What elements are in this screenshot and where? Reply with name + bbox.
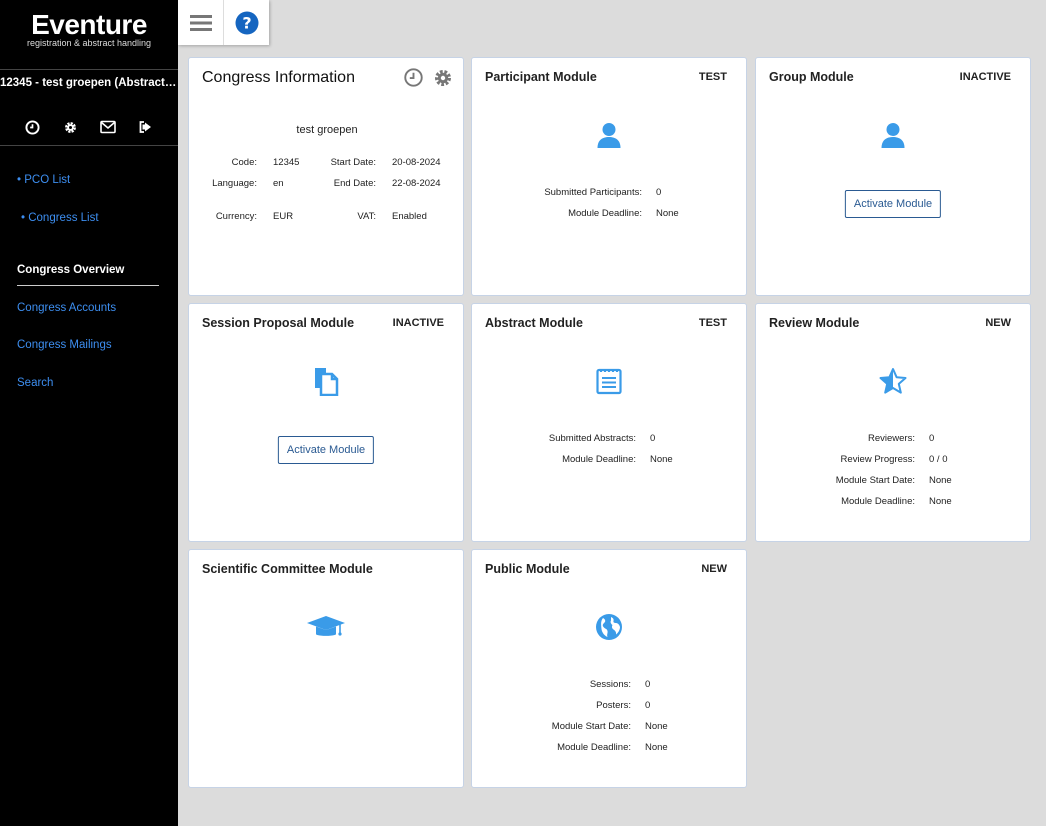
currency-value: EUR bbox=[273, 211, 294, 222]
stat-value: None bbox=[650, 454, 673, 465]
stat-value: 0 bbox=[929, 433, 935, 444]
abstract-stats: Submitted Abstracts: 0 Module Deadline: No… bbox=[472, 433, 748, 475]
card-title: Session Proposal Module bbox=[202, 316, 355, 330]
card-title: Participant Module bbox=[485, 70, 597, 84]
card-title: Public Module bbox=[485, 562, 570, 576]
stat-value: 0 bbox=[650, 433, 656, 444]
stat-label: Module Deadline: bbox=[841, 496, 915, 507]
help-button[interactable]: ? bbox=[224, 0, 269, 45]
help-icon: ? bbox=[235, 11, 258, 34]
review-module-card[interactable]: Review Module NEW Reviewers: 0 Review Pro… bbox=[755, 303, 1031, 542]
clock-icon[interactable] bbox=[24, 119, 40, 135]
status-badge: INACTIVE bbox=[959, 71, 1011, 83]
history-icon[interactable] bbox=[404, 68, 423, 93]
graduation-cap-icon bbox=[307, 616, 345, 636]
status-badge: INACTIVE bbox=[392, 317, 444, 329]
end-date-label: End Date: bbox=[333, 178, 376, 189]
notebook-icon bbox=[596, 368, 622, 395]
menu-button[interactable] bbox=[178, 0, 223, 45]
active-underline bbox=[17, 285, 159, 286]
card-title: Abstract Module bbox=[485, 316, 583, 330]
logo-tagline: registration & abstract handling bbox=[26, 38, 152, 48]
stat-label: Module Deadline: bbox=[568, 208, 642, 219]
review-stats: Reviewers: 0 Review Progress: 0 / 0 Module… bbox=[756, 433, 1032, 517]
stat-value: 0 bbox=[645, 679, 651, 690]
settings-gear-icon[interactable] bbox=[433, 68, 453, 93]
congress-name[interactable]: 12345 - test groepen (Abstracts O... bbox=[0, 77, 178, 89]
stat-value: 0 / 0 bbox=[929, 454, 948, 465]
sidebar-link-congress-overview[interactable]: Congress Overview bbox=[17, 264, 124, 276]
card-title: Review Module bbox=[769, 316, 860, 330]
sidebar-link-search[interactable]: Search bbox=[17, 377, 53, 389]
congress-info-card: Congress Information test groepen Code: … bbox=[188, 57, 464, 296]
stat-label: Sessions: bbox=[589, 679, 631, 690]
code-value: 12345 bbox=[273, 157, 300, 168]
card-title: Congress Information bbox=[202, 69, 355, 86]
card-title: Scientific Committee Module bbox=[202, 562, 373, 576]
stat-value: None bbox=[645, 742, 668, 753]
stat-value: None bbox=[645, 721, 668, 732]
stat-value: None bbox=[929, 475, 952, 486]
stat-label: Module Start Date: bbox=[551, 721, 631, 732]
stat-label: Module Deadline: bbox=[562, 454, 636, 465]
stat-label: Module Start Date: bbox=[835, 475, 915, 486]
sidebar-link-congress-list[interactable]: • Congress List bbox=[21, 212, 99, 224]
status-badge: TEST bbox=[698, 317, 727, 329]
hamburger-icon bbox=[189, 14, 212, 31]
participant-stats: Submitted Participants: 0 Module Deadline… bbox=[472, 187, 748, 229]
logout-icon[interactable] bbox=[138, 119, 154, 135]
status-badge: NEW bbox=[701, 563, 727, 575]
language-value: en bbox=[273, 178, 284, 189]
stat-value: None bbox=[656, 208, 679, 219]
activate-module-button[interactable]: Activate Module bbox=[277, 436, 375, 464]
language-label: Language: bbox=[212, 178, 257, 189]
activate-module-button[interactable]: Activate Module bbox=[844, 190, 942, 218]
documents-icon bbox=[315, 368, 339, 396]
public-module-card[interactable]: Public Module NEW Sessions: 0 Posters: 0 M… bbox=[471, 549, 747, 788]
end-date-value: 22-08-2024 bbox=[392, 178, 441, 189]
scientific-committee-module-card[interactable]: Scientific Committee Module bbox=[188, 549, 464, 788]
sidebar: Eventure registration & abstract handlin… bbox=[0, 0, 178, 826]
card-title: Group Module bbox=[769, 70, 854, 84]
group-module-card[interactable]: Group Module INACTIVE Activate Module bbox=[755, 57, 1031, 296]
stat-value: 0 bbox=[656, 187, 662, 198]
top-bar: ? bbox=[178, 0, 269, 45]
start-date-value: 20-08-2024 bbox=[392, 157, 441, 168]
stat-label: Review Progress: bbox=[840, 454, 915, 465]
status-badge: TEST bbox=[698, 71, 727, 83]
status-badge: NEW bbox=[985, 317, 1011, 329]
vat-value: Enabled bbox=[392, 211, 427, 222]
logo[interactable]: Eventure registration & abstract handlin… bbox=[0, 9, 178, 49]
logo-name: Eventure bbox=[31, 9, 147, 40]
stat-label: Reviewers: bbox=[868, 433, 915, 444]
public-stats: Sessions: 0 Posters: 0 Module Start Date: N… bbox=[472, 679, 748, 763]
stat-value: None bbox=[929, 496, 952, 507]
svg-text:?: ? bbox=[242, 13, 251, 32]
currency-label: Currency: bbox=[215, 211, 257, 222]
sidebar-link-congress-accounts[interactable]: Congress Accounts bbox=[17, 302, 116, 314]
person-icon bbox=[597, 123, 621, 148]
code-label: Code: bbox=[231, 157, 257, 168]
mail-icon[interactable] bbox=[100, 119, 116, 135]
abstract-module-card[interactable]: Abstract Module TEST Submitted Abstracts… bbox=[471, 303, 747, 542]
sidebar-link-pco-list[interactable]: • PCO List bbox=[17, 174, 70, 186]
stat-label: Module Deadline: bbox=[557, 742, 631, 753]
participant-module-card[interactable]: Participant Module TEST Submitted Partic… bbox=[471, 57, 747, 296]
person-icon bbox=[881, 123, 905, 148]
sidebar-divider bbox=[0, 145, 178, 146]
sidebar-divider bbox=[0, 69, 178, 70]
stat-value: 0 bbox=[645, 700, 651, 711]
vat-label: VAT: bbox=[357, 211, 376, 222]
globe-icon bbox=[596, 614, 622, 640]
gear-icon[interactable] bbox=[62, 119, 78, 135]
stat-label: Submitted Participants: bbox=[544, 187, 642, 198]
stat-label: Submitted Abstracts: bbox=[548, 433, 636, 444]
stat-label: Posters: bbox=[596, 700, 631, 711]
star-icon bbox=[879, 368, 907, 394]
congress-display-name: test groepen bbox=[296, 124, 358, 136]
start-date-label: Start Date: bbox=[330, 157, 376, 168]
sidebar-icon-bar bbox=[0, 119, 178, 135]
sidebar-link-congress-mailings[interactable]: Congress Mailings bbox=[17, 339, 112, 351]
session-proposal-module-card[interactable]: Session Proposal Module INACTIVE Activat… bbox=[188, 303, 464, 542]
